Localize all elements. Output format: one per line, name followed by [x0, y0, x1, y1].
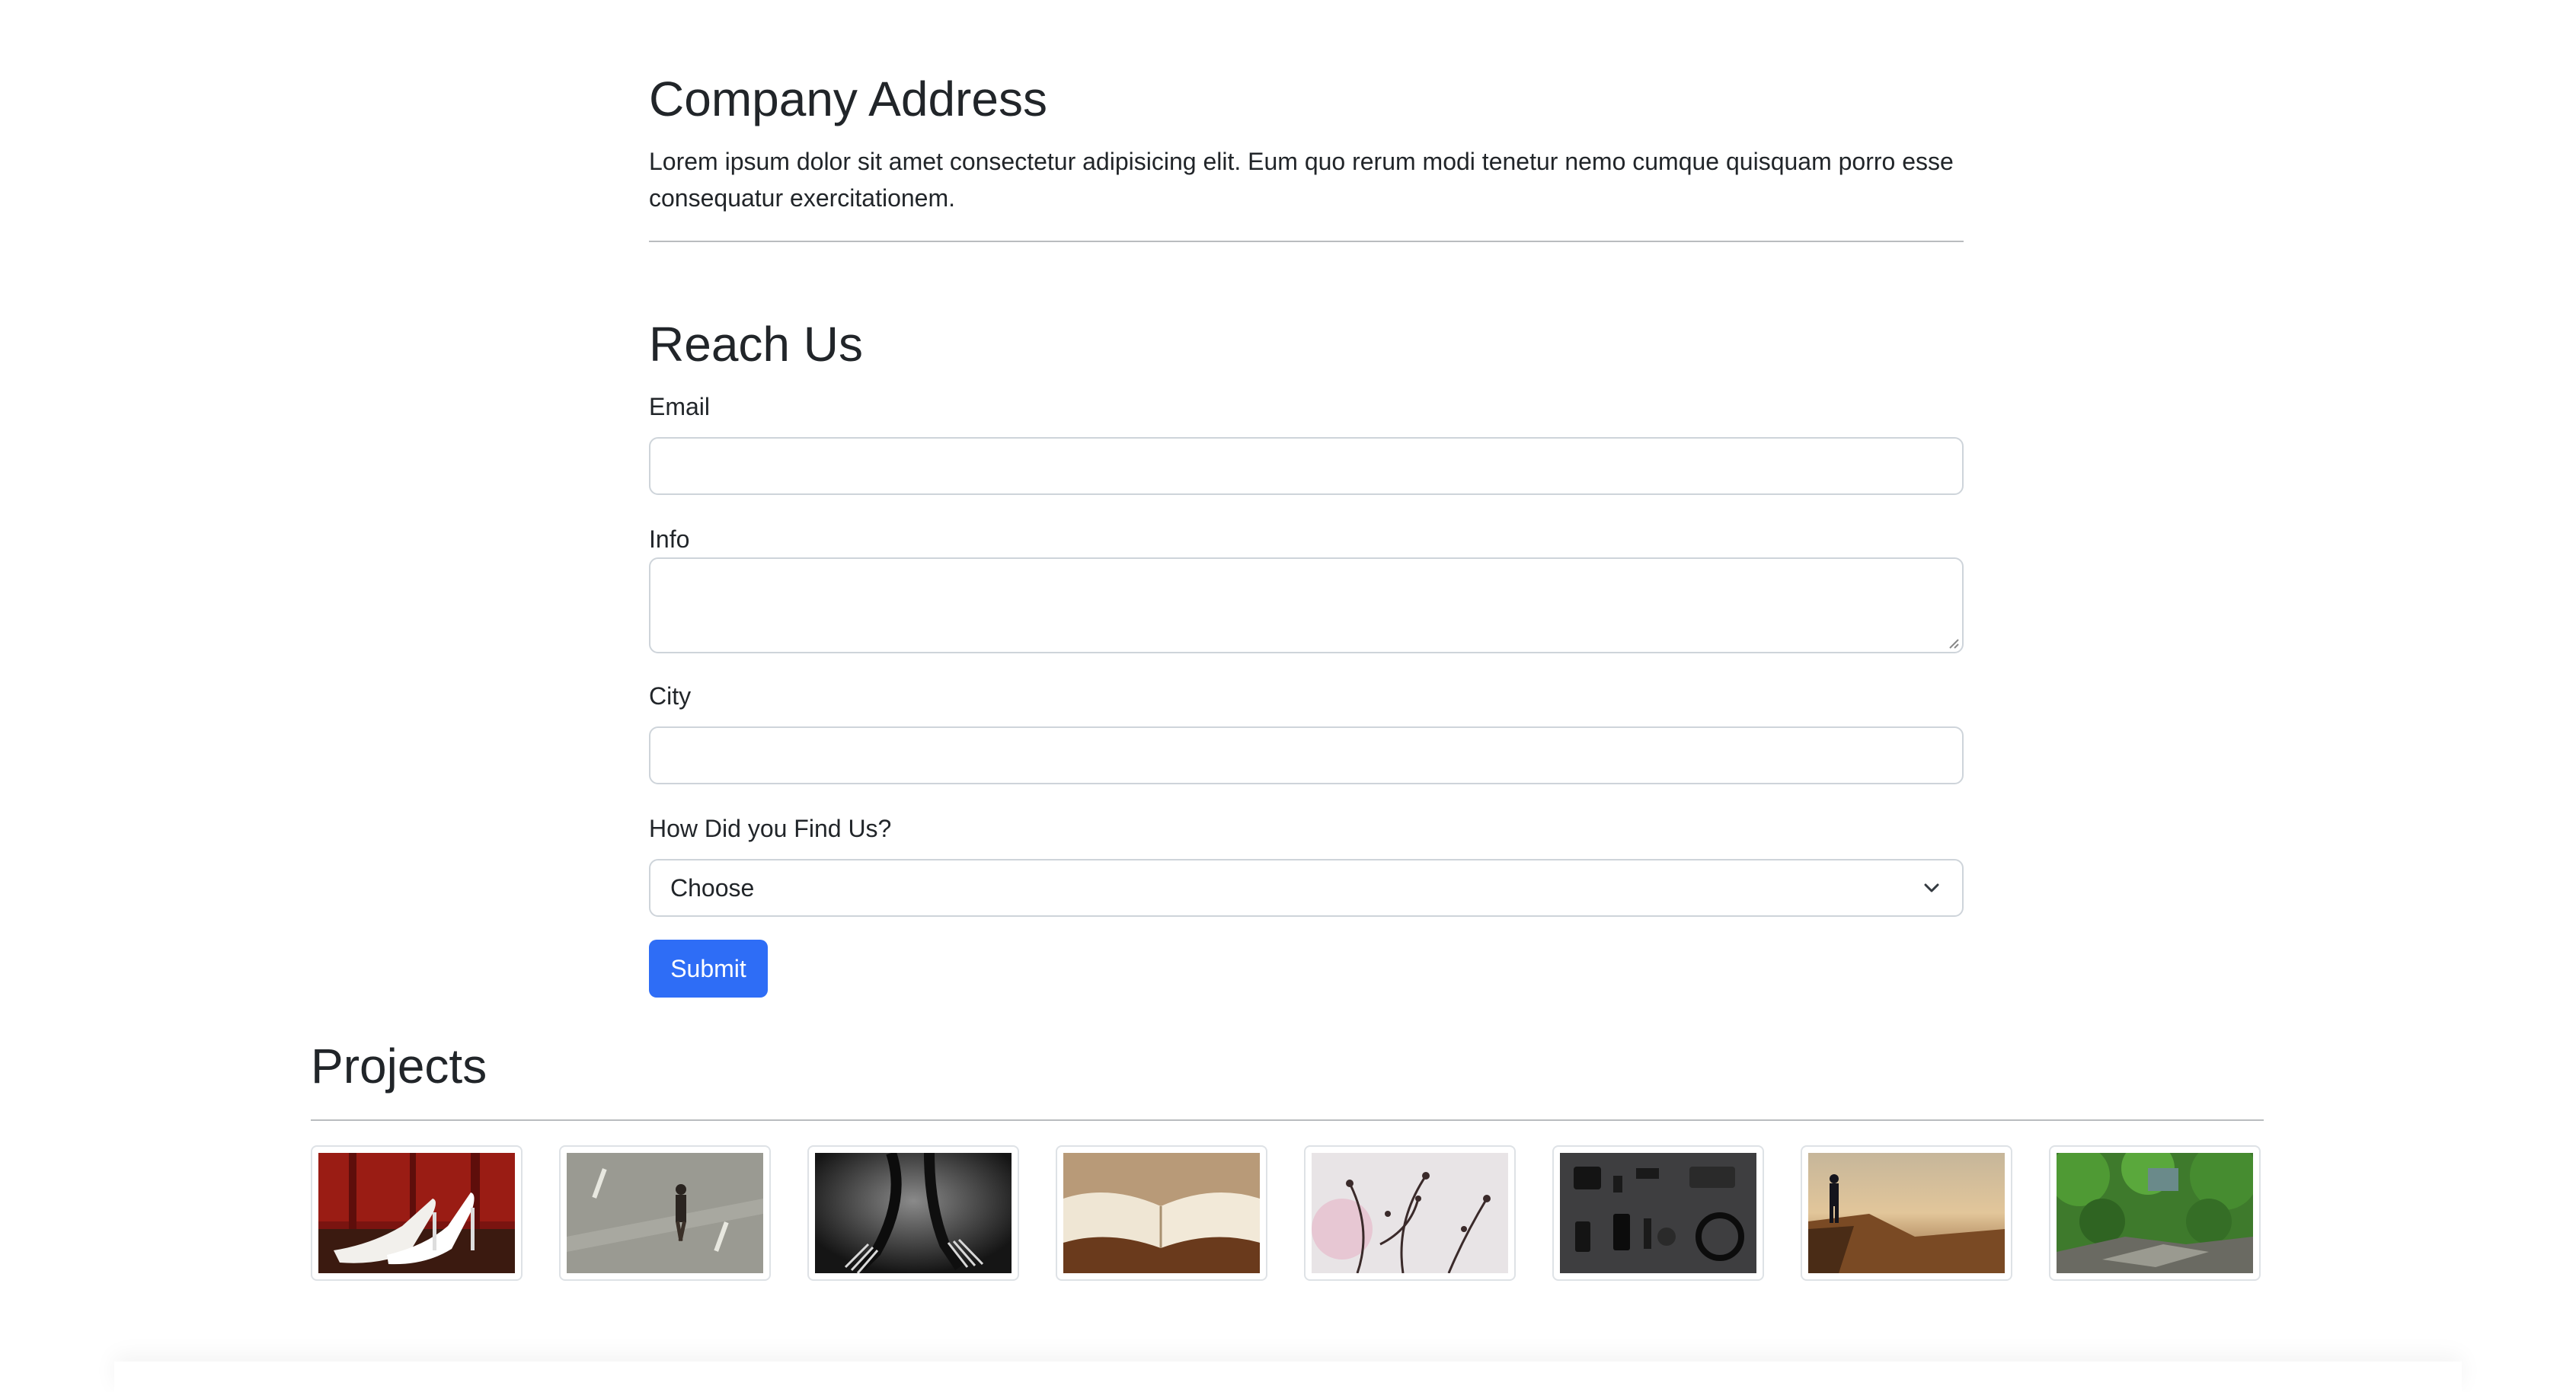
info-textarea[interactable]	[649, 557, 1964, 653]
find-us-select[interactable]: Choose	[649, 859, 1964, 917]
company-address-text: Lorem ipsum dolor sit amet consectetur a…	[649, 148, 1954, 212]
project-thumbnail[interactable]	[559, 1145, 771, 1281]
project-gallery	[311, 1145, 2264, 1281]
info-label: Info	[649, 525, 690, 553]
find-us-selected: Choose	[670, 874, 755, 902]
resize-handle-icon[interactable]	[1947, 637, 1959, 649]
find-us-label: How Did you Find Us?	[649, 815, 892, 842]
forest-river-image	[2057, 1153, 2253, 1273]
project-thumbnail[interactable]	[1304, 1145, 1516, 1281]
cliff-sunset-image	[1808, 1153, 2005, 1273]
project-thumbnail[interactable]	[1801, 1145, 2012, 1281]
email-input[interactable]	[649, 437, 1964, 495]
email-label: Email	[649, 393, 711, 420]
heels-image	[318, 1153, 515, 1273]
accessories-image	[1560, 1153, 1756, 1273]
city-label: City	[649, 682, 692, 710]
project-thumbnail[interactable]	[807, 1145, 1019, 1281]
blossom-image	[1312, 1153, 1508, 1273]
footer-shadow	[114, 1362, 2462, 1392]
street-image	[567, 1153, 763, 1273]
projects-title: Projects	[311, 1039, 487, 1093]
projects-divider	[311, 1119, 2264, 1121]
project-thumbnail[interactable]	[2049, 1145, 2261, 1281]
project-thumbnail[interactable]	[1056, 1145, 1267, 1281]
submit-button[interactable]: Submit	[649, 940, 768, 998]
project-thumbnail[interactable]	[1552, 1145, 1764, 1281]
divider	[649, 241, 1964, 242]
book-image	[1063, 1153, 1260, 1273]
project-thumbnail[interactable]	[311, 1145, 523, 1281]
company-address-title: Company Address	[649, 72, 1047, 126]
city-input[interactable]	[649, 726, 1964, 784]
forks-image	[815, 1153, 1012, 1273]
reach-us-title: Reach Us	[649, 317, 863, 372]
chevron-down-icon	[1924, 883, 1939, 892]
